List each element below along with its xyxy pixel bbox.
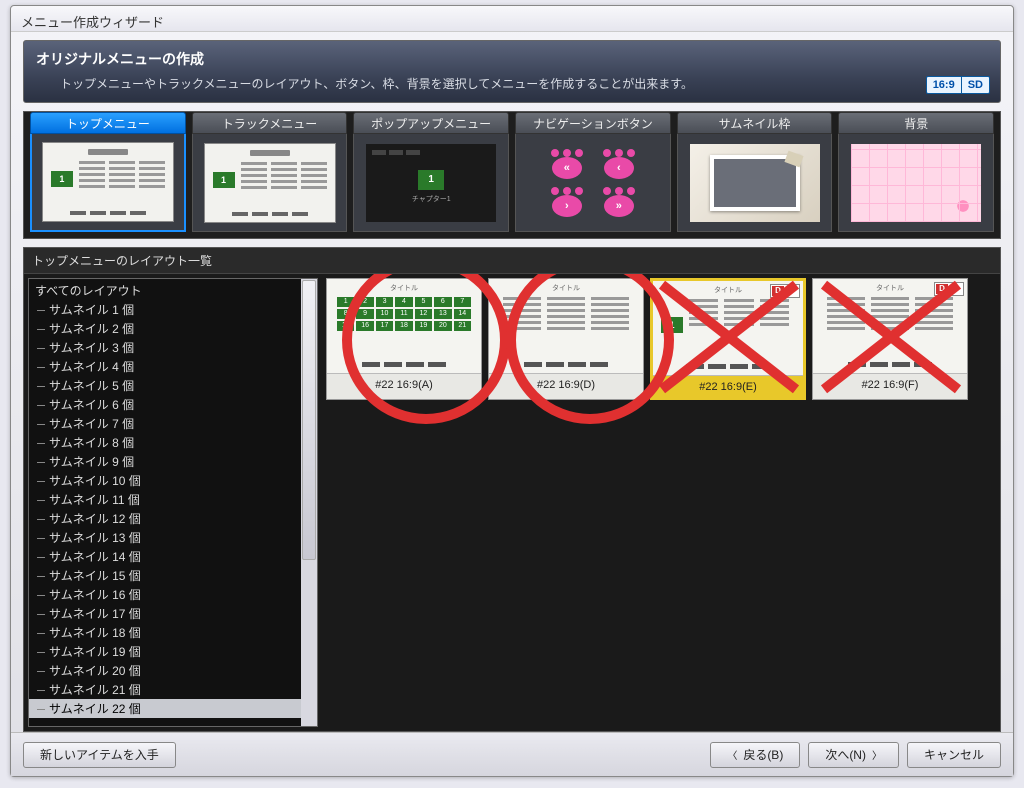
paw-icon: «: [549, 149, 585, 179]
tree-item[interactable]: サムネイル 2 個: [29, 319, 317, 338]
tab-label: 背景: [838, 112, 994, 134]
tree-item[interactable]: サムネイル 8 個: [29, 433, 317, 452]
tree-item[interactable]: サムネイル 16 個: [29, 585, 317, 604]
header-panel: オリジナルメニューの作成 トップメニューやトラックメニューのレイアウト、ボタン、…: [23, 40, 1001, 103]
preview-label: #22 16:9(E): [653, 375, 803, 397]
tree-item[interactable]: サムネイル 18 個: [29, 623, 317, 642]
tab-thumbnail: [838, 134, 994, 232]
tree-item[interactable]: サムネイル 20 個: [29, 661, 317, 680]
tree-item[interactable]: サムネイル 12 個: [29, 509, 317, 528]
content-area: オリジナルメニューの作成 トップメニューやトラックメニューのレイアウト、ボタン、…: [11, 32, 1013, 732]
tab-label: トップメニュー: [30, 112, 186, 134]
tree-item[interactable]: サムネイル 14 個: [29, 547, 317, 566]
page-description: トップメニューやトラックメニューのレイアウト、ボタン、枠、背景を選択してメニュー…: [36, 75, 988, 92]
category-tabs: トップメニュー 1 トラックメニュー 1: [23, 111, 1001, 239]
tab-thumbnail: 1: [192, 134, 348, 232]
tab-thumbnail: 1 チャプター1: [353, 134, 509, 232]
tab-popup-menu[interactable]: ポップアップメニュー 1 チャプター1: [353, 112, 509, 232]
chevron-right-icon: 〉: [872, 747, 882, 762]
tree-item[interactable]: サムネイル 15 個: [29, 566, 317, 585]
tree-item[interactable]: サムネイル 1 個: [29, 300, 317, 319]
tree-item[interactable]: サムネイル 4 個: [29, 357, 317, 376]
layout-tree[interactable]: すべてのレイアウト サムネイル 1 個サムネイル 2 個サムネイル 3 個サムネ…: [28, 278, 318, 727]
tree-root[interactable]: すべてのレイアウト: [29, 281, 317, 300]
tree-item[interactable]: サムネイル 21 個: [29, 680, 317, 699]
layout-preview[interactable]: D タイトル #22 16:9(F): [812, 278, 968, 400]
get-new-items-button[interactable]: 新しいアイテムを入手: [23, 742, 176, 768]
aspect-badge: 16:9: [926, 76, 961, 94]
layout-preview[interactable]: タイトル #22 16:9(D): [488, 278, 644, 400]
chevron-left-icon: 〈: [727, 747, 737, 762]
window-title: メニュー作成ウィザード: [11, 6, 1013, 32]
wizard-window: メニュー作成ウィザード オリジナルメニューの作成 トップメニューやトラックメニュ…: [10, 5, 1014, 777]
tree-item[interactable]: サムネイル 7 個: [29, 414, 317, 433]
layout-preview[interactable]: タイトル 123456789101112131415161718192021 #…: [326, 278, 482, 400]
preview-label: #22 16:9(D): [489, 373, 643, 395]
preview-label: #22 16:9(F): [813, 373, 967, 395]
tab-thumbnail: 1: [30, 134, 186, 232]
cancel-button[interactable]: キャンセル: [907, 742, 1001, 768]
tree-item[interactable]: サムネイル 11 個: [29, 490, 317, 509]
tab-navigation-button[interactable]: ナビゲーションボタン « ‹ › »: [515, 112, 671, 232]
footer-bar: 新しいアイテムを入手 〈戻る(B) 次へ(N)〉 キャンセル: [11, 732, 1013, 776]
tab-label: ポップアップメニュー: [353, 112, 509, 134]
format-badges: 16:9 SD: [926, 76, 990, 94]
tab-thumbnail: « ‹ › »: [515, 134, 671, 232]
scrollbar[interactable]: [301, 279, 317, 726]
tree-item[interactable]: サムネイル 17 個: [29, 604, 317, 623]
tree-item[interactable]: サムネイル 10 個: [29, 471, 317, 490]
scrollbar-thumb[interactable]: [302, 280, 316, 560]
tab-label: ナビゲーションボタン: [515, 112, 671, 134]
tab-label: トラックメニュー: [192, 112, 348, 134]
preview-label: #22 16:9(A): [327, 373, 481, 395]
tree-item[interactable]: サムネイル 19 個: [29, 642, 317, 661]
tree-item[interactable]: サムネイル 22 個: [29, 699, 317, 718]
paw-icon: »: [601, 187, 637, 217]
tab-background[interactable]: 背景: [838, 112, 994, 232]
d-badge-icon: D: [770, 284, 800, 298]
list-title: トップメニューのレイアウト一覧: [24, 248, 1000, 274]
tree-item[interactable]: サムネイル 9 個: [29, 452, 317, 471]
tab-label: サムネイル枠: [677, 112, 833, 134]
layout-list-panel: トップメニューのレイアウト一覧 すべてのレイアウト サムネイル 1 個サムネイル…: [23, 247, 1001, 732]
next-button[interactable]: 次へ(N)〉: [808, 742, 899, 768]
tree-item[interactable]: サムネイル 3 個: [29, 338, 317, 357]
tree-item[interactable]: サムネイル 13 個: [29, 528, 317, 547]
tree-item[interactable]: サムネイル 6 個: [29, 395, 317, 414]
definition-badge: SD: [961, 76, 990, 94]
preview-grid: タイトル 123456789101112131415161718192021 #…: [322, 274, 1000, 731]
list-body: すべてのレイアウト サムネイル 1 個サムネイル 2 個サムネイル 3 個サムネ…: [24, 274, 1000, 731]
tab-thumbnail: [677, 134, 833, 232]
paw-icon: ›: [549, 187, 585, 217]
page-heading: オリジナルメニューの作成: [36, 49, 988, 69]
back-button[interactable]: 〈戻る(B): [710, 742, 800, 768]
tree-item[interactable]: サムネイル 5 個: [29, 376, 317, 395]
tab-top-menu[interactable]: トップメニュー 1: [30, 112, 186, 232]
d-badge-icon: D: [934, 282, 964, 296]
tab-thumbnail-frame[interactable]: サムネイル枠: [677, 112, 833, 232]
paw-icon: ‹: [601, 149, 637, 179]
layout-preview[interactable]: D タイトル 1 #22 16:9(E): [650, 278, 806, 400]
tab-track-menu[interactable]: トラックメニュー 1: [192, 112, 348, 232]
